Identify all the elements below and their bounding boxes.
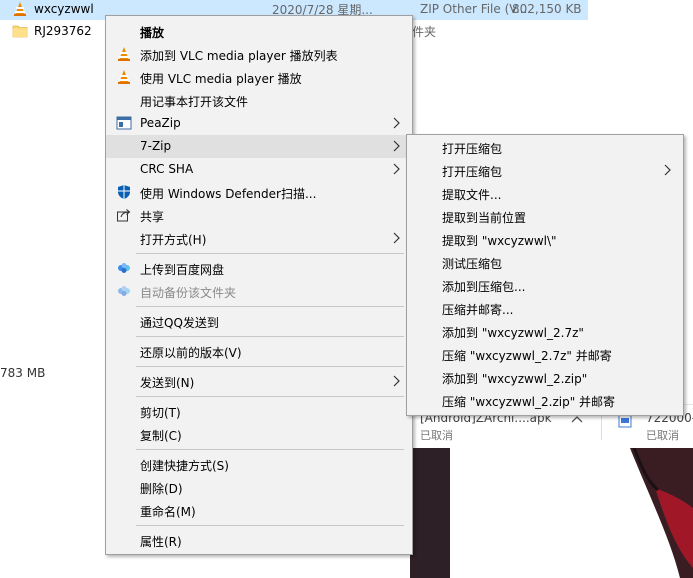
menu-separator [136, 449, 404, 450]
file-size: 802,150 KB [512, 2, 582, 16]
menu-item-send-to[interactable]: 发送到(N) [106, 370, 412, 393]
menu-item-auto-backup[interactable]: 自动备份该文件夹 [106, 280, 412, 303]
submenu-item-add-to-zip[interactable]: 添加到 "wxcyzwwl_2.zip" [407, 366, 683, 389]
menu-item-label: 提取到当前位置 [442, 211, 527, 225]
menu-separator [136, 336, 404, 337]
menu-item-label: PeaZip [140, 116, 181, 130]
menu-item-peazip[interactable]: PeaZip [106, 112, 412, 135]
menu-item-label: 测试压缩包 [442, 257, 503, 271]
menu-item-label: 打开方式(H) [140, 233, 207, 247]
menu-separator [136, 396, 404, 397]
menu-item-label: 压缩 "wxcyzwwl_2.zip" 并邮寄 [442, 395, 616, 409]
chevron-right-icon [393, 117, 400, 129]
menu-item-send-qq[interactable]: 通过QQ发送到 [106, 310, 412, 333]
menu-item-baidu-upload[interactable]: 上传到百度网盘 [106, 257, 412, 280]
menu-item-label: 打开压缩包 [442, 142, 503, 156]
defender-shield-icon [118, 185, 130, 199]
menu-item-label: 剪切(T) [140, 406, 181, 420]
menu-item-label: CRC SHA [140, 162, 194, 176]
file-name: wxcyzwwl [34, 2, 94, 16]
menu-item-label: 添加到 VLC media player 播放列表 [140, 49, 338, 63]
submenu-item-extract-to-folder[interactable]: 提取到 "wxcyzwwl\" [407, 228, 683, 251]
share-icon [117, 209, 131, 222]
menu-item-label: 提取文件... [442, 188, 502, 202]
menu-item-label: 打开压缩包 [442, 165, 503, 179]
chevron-right-icon [393, 232, 400, 244]
menu-item-play[interactable]: 播放 [106, 20, 412, 43]
submenu-item-open-archive[interactable]: 打开压缩包 [407, 136, 683, 159]
menu-item-label: 复制(C) [140, 429, 182, 443]
menu-item-label: 用记事本打开该文件 [140, 95, 249, 109]
menu-item-label: 发送到(N) [140, 376, 195, 390]
file-icon [618, 414, 632, 428]
menu-item-label: 上传到百度网盘 [140, 263, 225, 277]
menu-item-label: 提取到 "wxcyzwwl\" [442, 234, 557, 248]
menu-item-label: 添加到 "wxcyzwwl_2.zip" [442, 372, 588, 386]
baidu-cloud-icon [118, 263, 130, 273]
vlc-cone-icon [14, 2, 26, 16]
menu-item-restore-versions[interactable]: 还原以前的版本(V) [106, 340, 412, 363]
menu-item-cut[interactable]: 剪切(T) [106, 400, 412, 423]
submenu-item-extract-here[interactable]: 提取到当前位置 [407, 205, 683, 228]
menu-item-label: 播放 [140, 26, 165, 40]
background-artwork [410, 448, 693, 578]
folder-icon [12, 25, 28, 38]
menu-separator [136, 306, 404, 307]
chevron-right-icon [393, 140, 400, 152]
download-status: 已取消 [420, 429, 453, 442]
menu-item-crc-sha[interactable]: CRC SHA [106, 158, 412, 181]
menu-item-label: 使用 Windows Defender扫描... [140, 187, 317, 201]
menu-separator [136, 366, 404, 367]
menu-item-label: 自动备份该文件夹 [140, 286, 237, 300]
chevron-right-icon [393, 375, 400, 387]
submenu-item-compress-7z-email[interactable]: 压缩 "wxcyzwwl_2.7z" 并邮寄 [407, 343, 683, 366]
file-type-partial: 件夹 [412, 25, 437, 39]
menu-item-label: 重命名(M) [140, 505, 196, 519]
sevenzip-submenu: 打开压缩包 打开压缩包 提取文件... 提取到当前位置 提取到 "wxcyzww… [406, 134, 684, 416]
menu-separator [136, 525, 404, 526]
menu-item-label: 添加到 "wxcyzwwl_2.7z" [442, 326, 584, 340]
menu-separator [136, 253, 404, 254]
menu-item-label: 添加到压缩包... [442, 280, 526, 294]
menu-item-rename[interactable]: 重命名(M) [106, 499, 412, 522]
vlc-cone-icon [118, 47, 130, 61]
menu-item-label: 共享 [140, 210, 165, 224]
menu-item-label: 创建快捷方式(S) [140, 459, 229, 473]
menu-item-open-notepad[interactable]: 用记事本打开该文件 [106, 89, 412, 112]
menu-item-label: 删除(D) [140, 482, 183, 496]
menu-item-properties[interactable]: 属性(R) [106, 529, 412, 552]
menu-item-share[interactable]: 共享 [106, 204, 412, 227]
download-status: 已取消 [646, 429, 679, 442]
menu-item-7zip[interactable]: 7-Zip [106, 135, 412, 158]
menu-item-create-shortcut[interactable]: 创建快捷方式(S) [106, 453, 412, 476]
menu-item-label: 通过QQ发送到 [140, 316, 219, 330]
submenu-item-test-archive[interactable]: 测试压缩包 [407, 251, 683, 274]
menu-item-label: 压缩 "wxcyzwwl_2.7z" 并邮寄 [442, 349, 612, 363]
menu-item-copy[interactable]: 复制(C) [106, 423, 412, 446]
menu-item-label: 使用 VLC media player 播放 [140, 72, 302, 86]
menu-item-label: 7-Zip [140, 139, 172, 153]
vlc-cone-icon [118, 70, 130, 84]
submenu-item-compress-email[interactable]: 压缩并邮寄... [407, 297, 683, 320]
menu-item-label: 属性(R) [140, 535, 182, 549]
menu-item-vlc-add-playlist[interactable]: 添加到 VLC media player 播放列表 [106, 43, 412, 66]
menu-item-delete[interactable]: 删除(D) [106, 476, 412, 499]
menu-item-defender-scan[interactable]: 使用 Windows Defender扫描... [106, 181, 412, 204]
submenu-item-compress-zip-email[interactable]: 压缩 "wxcyzwwl_2.zip" 并邮寄 [407, 389, 683, 412]
chevron-right-icon [393, 163, 400, 175]
submenu-item-extract-files[interactable]: 提取文件... [407, 182, 683, 205]
menu-item-vlc-play[interactable]: 使用 VLC media player 播放 [106, 66, 412, 89]
submenu-item-add-to-archive[interactable]: 添加到压缩包... [407, 274, 683, 297]
context-menu: 播放 添加到 VLC media player 播放列表 使用 VLC medi… [105, 15, 413, 555]
drive-size-text: 783 MB [0, 366, 46, 380]
submenu-item-add-to-7z[interactable]: 添加到 "wxcyzwwl_2.7z" [407, 320, 683, 343]
menu-item-open-with[interactable]: 打开方式(H) [106, 227, 412, 250]
peazip-icon [116, 116, 132, 130]
baidu-cloud-icon [118, 286, 130, 296]
chevron-right-icon [664, 164, 671, 176]
menu-item-label: 压缩并邮寄... [442, 303, 514, 317]
submenu-item-open-archive-more[interactable]: 打开压缩包 [407, 159, 683, 182]
menu-item-label: 还原以前的版本(V) [140, 346, 242, 360]
